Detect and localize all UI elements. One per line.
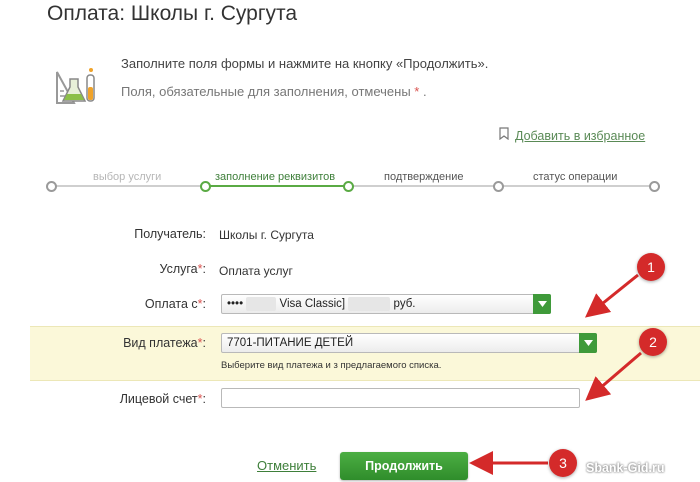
annotation-badge-2: 2	[639, 328, 667, 356]
arrow-1	[584, 273, 639, 318]
annotation-badge-1: 1	[637, 253, 665, 281]
annotation-arrows	[469, 273, 642, 475]
annotation-badge-3: 3	[549, 449, 577, 477]
arrow-2	[585, 351, 642, 401]
watermark: Sbank-Gid.ru	[586, 461, 665, 475]
